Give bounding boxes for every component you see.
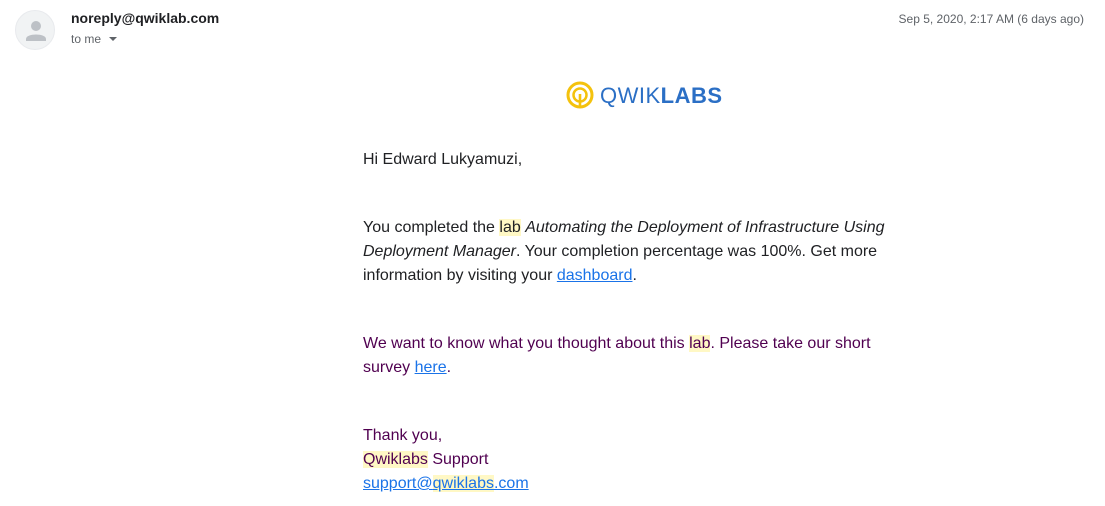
email-header: noreply@qwiklab.com to me Sep 5, 2020, 2… bbox=[0, 0, 1105, 60]
logo-text-bold: LABS bbox=[660, 83, 723, 108]
p1-end: . bbox=[632, 267, 637, 284]
signature-brand: Qwiklabs bbox=[363, 451, 428, 468]
email-timestamp: Sep 5, 2020, 2:17 AM (6 days ago) bbox=[898, 12, 1084, 26]
qwiklabs-mark-icon bbox=[566, 81, 594, 109]
signature-team: Qwiklabs Support bbox=[363, 448, 903, 472]
signature-email-row: support@qwiklabs.com bbox=[363, 472, 903, 496]
signature-thanks: Thank you, bbox=[363, 427, 443, 444]
p1-prefix: You completed the bbox=[363, 219, 500, 236]
recipient-label: to me bbox=[71, 32, 102, 46]
highlighted-lab: lab bbox=[499, 219, 521, 236]
person-icon bbox=[26, 21, 46, 41]
support-email-brand: qwiklabs bbox=[432, 475, 494, 492]
p2-prefix: We want to know what you thought about t… bbox=[363, 335, 690, 352]
sender-address[interactable]: noreply@qwiklab.com bbox=[71, 10, 219, 26]
survey-paragraph: We want to know what you thought about t… bbox=[363, 332, 903, 380]
logo-wordmark: QWIKLABS bbox=[600, 83, 723, 109]
sender-avatar[interactable] bbox=[15, 10, 55, 50]
support-email-link[interactable]: support@qwiklabs.com bbox=[363, 475, 529, 492]
signature-support: Support bbox=[427, 451, 489, 468]
highlighted-lab: lab bbox=[689, 335, 711, 352]
p2-end: . bbox=[446, 359, 452, 376]
logo-text-light: QWIK bbox=[600, 83, 661, 108]
support-email-prefix: support@ bbox=[363, 475, 433, 492]
completion-paragraph: You completed the lab Automating the Dep… bbox=[363, 216, 903, 288]
email-signature: Thank you, Qwiklabs Support support@qwik… bbox=[363, 424, 903, 496]
survey-link[interactable]: here bbox=[415, 359, 447, 376]
support-email-suffix: .com bbox=[493, 475, 529, 492]
recipient-details-toggle[interactable]: to me bbox=[71, 32, 118, 47]
dashboard-link[interactable]: dashboard bbox=[557, 267, 633, 284]
email-greeting: Hi Edward Lukyamuzi, bbox=[363, 151, 523, 168]
chevron-down-icon bbox=[108, 33, 118, 47]
